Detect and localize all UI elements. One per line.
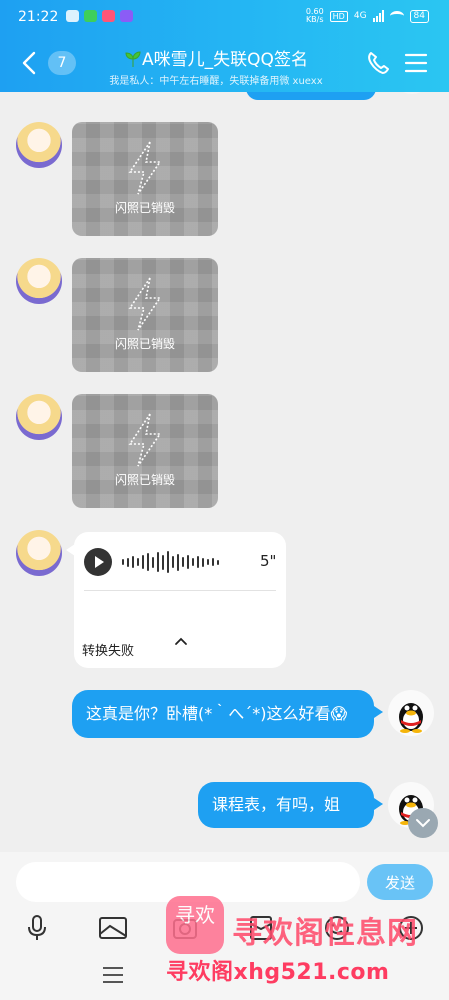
chat-signature: 我是私人：中午左右睡醒，失联掉备用微 xuexx	[109, 76, 323, 87]
flash-photo-caption: 闪照已销毁	[114, 201, 175, 215]
chevron-down-icon	[416, 819, 430, 828]
app-notification-icon	[102, 10, 115, 22]
lightning-icon	[128, 277, 162, 331]
chat-title: A咪雪儿_失联QQ签名	[96, 45, 336, 70]
watermark-logo-text: 寻欢	[175, 903, 215, 927]
status-indicators: 0.60 KB/s HD 4G 84	[306, 8, 429, 24]
watermark-name: 寻欢阁性息网	[232, 916, 418, 951]
flash-photo-caption: 闪照已销毁	[114, 473, 175, 487]
flash-photo-message[interactable]: 闪照已销毁	[72, 258, 218, 372]
lightning-icon	[128, 413, 162, 467]
contact-avatar[interactable]	[16, 122, 62, 168]
my-avatar[interactable]	[388, 690, 434, 736]
watermark-url: 寻欢阁xhg521.com	[166, 960, 390, 985]
flash-photo-caption: 闪照已销毁	[114, 337, 175, 351]
send-button[interactable]: 发送	[367, 864, 433, 900]
voice-duration: 5"	[260, 552, 277, 570]
voice-convert-status: 转换失败	[82, 644, 135, 659]
network-speed: 0.60 KB/s	[305, 7, 324, 24]
wifi-icon	[389, 11, 404, 21]
sprout-icon	[125, 51, 141, 67]
microphone-icon[interactable]	[24, 914, 50, 942]
flash-photo-message[interactable]: 闪照已销毁	[72, 122, 218, 236]
watermark-logo: 寻欢	[166, 896, 224, 954]
voice-waveform	[122, 548, 219, 576]
image-icon[interactable]	[98, 914, 128, 942]
voice-message[interactable]: 5" 转换失败	[74, 532, 286, 668]
lightning-icon	[128, 141, 162, 195]
divider	[84, 590, 276, 591]
chat-menu-button[interactable]	[404, 52, 428, 74]
contact-avatar[interactable]	[16, 530, 62, 576]
chevron-up-icon[interactable]	[174, 634, 188, 648]
menu-icon	[404, 53, 428, 73]
qq-penguin-icon	[399, 703, 423, 733]
scroll-to-bottom-button[interactable]	[408, 808, 438, 838]
previous-outgoing-bubble	[246, 92, 376, 100]
chat-header: 21:22 0.60 KB/s HD 4G 84 7 A咪雪儿_失联QQ签名 我是…	[0, 0, 449, 92]
recent-apps-icon[interactable]	[102, 966, 124, 984]
signal-icon	[372, 10, 384, 22]
wechat-icon	[84, 10, 97, 22]
chat-title-area[interactable]: A咪雪儿_失联QQ签名 我是私人：中午左右睡醒，失联掉备用微 xuexx	[96, 45, 336, 87]
network-type: 4G	[353, 11, 367, 21]
outgoing-message[interactable]: 课程表，有吗，姐	[198, 782, 374, 828]
bubble-tail	[374, 706, 383, 718]
back-chevron-icon	[22, 51, 36, 75]
play-icon[interactable]	[84, 548, 112, 576]
contact-avatar[interactable]	[16, 258, 62, 304]
bubble-tail	[374, 798, 383, 810]
battery-icon: 84	[409, 9, 429, 23]
contact-avatar[interactable]	[16, 394, 62, 440]
notification-icons	[66, 10, 133, 22]
message-list[interactable]: 闪照已销毁 闪照已销毁 闪照已销毁 5" 转换失败 这真是你？卧槽(*｀へ´*)…	[0, 92, 449, 852]
my-avatar-partial	[391, 92, 433, 94]
flash-photo-message[interactable]: 闪照已销毁	[72, 394, 218, 508]
status-time: 21:22	[18, 9, 59, 25]
status-bar: 21:22 0.60 KB/s HD 4G 84	[0, 6, 449, 28]
back-button[interactable]	[18, 50, 42, 76]
voice-call-button[interactable]	[365, 51, 391, 75]
composer: 发送	[0, 852, 449, 912]
hd-badge: HD	[329, 10, 348, 22]
unread-count-badge[interactable]: 7	[48, 51, 76, 75]
video-app-icon	[120, 10, 133, 22]
tiktok-icon	[66, 10, 79, 22]
phone-icon	[368, 52, 389, 74]
outgoing-message[interactable]: 这真是你？卧槽(*｀へ´*)这么好看😱	[72, 690, 374, 738]
